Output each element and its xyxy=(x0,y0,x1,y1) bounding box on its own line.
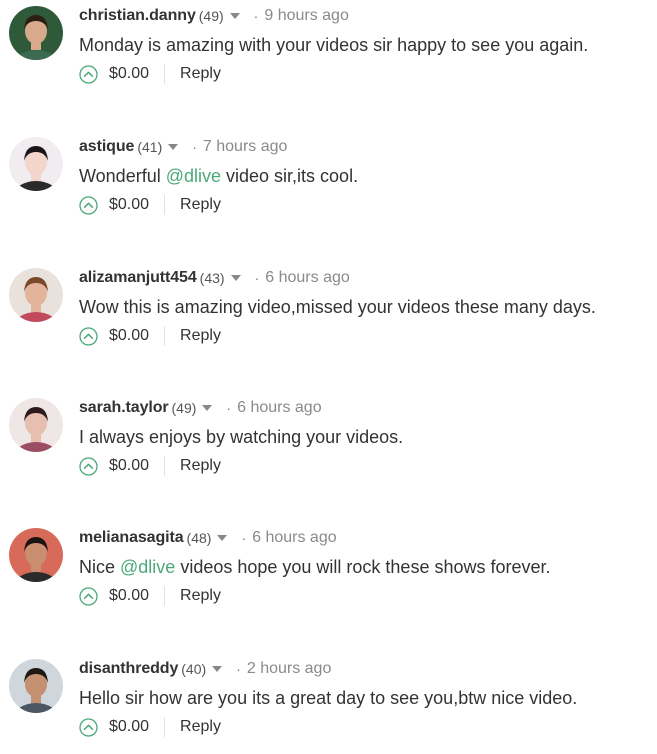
upvote-chevron-circle-icon[interactable] xyxy=(79,326,98,346)
separator-dot: · xyxy=(226,400,232,416)
reply-button[interactable]: Reply xyxy=(180,457,221,475)
comment-header: astique (41) · 7 hours ago xyxy=(79,136,287,158)
comment-item: alizamanjutt454 (43) · 6 hours ago Wow this … xyxy=(0,262,657,362)
avatar[interactable] xyxy=(9,6,63,60)
comment-item: astique (41) · 7 hours ago Wonderful @dlive … xyxy=(0,131,657,231)
payout-amount: $0.00 xyxy=(109,64,166,84)
timestamp[interactable]: 9 hours ago xyxy=(264,7,349,25)
author-name[interactable]: alizamanjutt454 xyxy=(79,269,197,287)
reply-button[interactable]: Reply xyxy=(180,327,221,345)
comment-header: alizamanjutt454 (43) · 6 hours ago xyxy=(79,267,350,289)
comment-item: sarah.taylor (49) · 6 hours ago I always enj… xyxy=(0,392,657,492)
comment-text-segment: video sir,its cool. xyxy=(221,166,359,186)
comment-text-segment: Wow this is amazing video,missed your vi… xyxy=(79,297,596,317)
comment-body: Wonderful @dlive video sir,its cool. xyxy=(79,165,358,187)
comment-item: christian.danny (49) · 9 hours ago Monday is… xyxy=(0,0,657,100)
avatar[interactable] xyxy=(9,398,63,452)
caret-down-icon[interactable] xyxy=(230,275,241,281)
comment-item: melianasagita (48) · 6 hours ago Nice @dlive… xyxy=(0,522,657,622)
reply-button[interactable]: Reply xyxy=(180,718,221,736)
reputation-score: (41) xyxy=(137,139,163,155)
comment-body: Monday is amazing with your videos sir h… xyxy=(79,34,588,56)
reputation-score: (49) xyxy=(198,8,224,24)
comment-text-segment: Nice xyxy=(79,557,121,577)
payout-amount: $0.00 xyxy=(109,586,166,606)
caret-down-icon[interactable] xyxy=(202,405,213,411)
avatar[interactable] xyxy=(9,268,63,322)
payout-amount: $0.00 xyxy=(109,326,166,346)
reputation-score: (48) xyxy=(186,530,212,546)
avatar[interactable] xyxy=(9,137,63,191)
comment-text-segment: videos hope you will rock these shows fo… xyxy=(175,557,551,577)
comment-header: sarah.taylor (49) · 6 hours ago xyxy=(79,397,322,419)
comment-header: disanthreddy (40) · 2 hours ago xyxy=(79,658,331,680)
reputation-score: (43) xyxy=(199,270,225,286)
comment-footer: $0.00 Reply xyxy=(79,62,221,86)
reply-button[interactable]: Reply xyxy=(180,65,221,83)
comment-footer: $0.00 Reply xyxy=(79,324,221,348)
payout-amount: $0.00 xyxy=(109,717,166,737)
separator-dot: · xyxy=(236,661,241,677)
avatar[interactable] xyxy=(9,528,63,582)
comment-item: disanthreddy (40) · 2 hours ago Hello sir ho… xyxy=(0,653,657,753)
payout-amount: $0.00 xyxy=(109,195,166,215)
comment-header: christian.danny (49) · 9 hours ago xyxy=(79,5,349,27)
upvote-chevron-circle-icon[interactable] xyxy=(79,586,98,606)
caret-down-icon[interactable] xyxy=(229,13,240,19)
author-name[interactable]: sarah.taylor xyxy=(79,399,169,417)
reputation-score: (49) xyxy=(171,400,197,416)
timestamp[interactable]: 6 hours ago xyxy=(252,529,337,547)
caret-down-icon[interactable] xyxy=(217,535,228,541)
comment-body: Nice @dlive videos hope you will rock th… xyxy=(79,556,551,578)
separator-dot: · xyxy=(241,530,247,546)
comment-body: Wow this is amazing video,missed your vi… xyxy=(79,296,596,318)
comment-text-segment: Monday is amazing with your videos sir h… xyxy=(79,35,589,55)
upvote-chevron-circle-icon[interactable] xyxy=(79,717,98,737)
comment-footer: $0.00 Reply xyxy=(79,715,221,739)
author-name[interactable]: christian.danny xyxy=(79,7,196,25)
upvote-chevron-circle-icon[interactable] xyxy=(79,195,98,215)
reputation-score: (40) xyxy=(181,661,207,677)
comment-body: I always enjoys by watching your videos. xyxy=(79,426,403,448)
comment-body: Hello sir how are you its a great day to… xyxy=(79,687,577,709)
mention-link[interactable]: @dlive xyxy=(166,166,221,186)
mention-link[interactable]: @dlive xyxy=(120,557,175,577)
comment-text-segment: Wonderful xyxy=(79,166,166,186)
timestamp[interactable]: 6 hours ago xyxy=(265,269,350,287)
comment-footer: $0.00 Reply xyxy=(79,584,221,608)
author-name[interactable]: melianasagita xyxy=(79,529,184,547)
timestamp[interactable]: 2 hours ago xyxy=(247,660,332,678)
timestamp[interactable]: 6 hours ago xyxy=(237,399,322,417)
reply-button[interactable]: Reply xyxy=(180,196,221,214)
upvote-chevron-circle-icon[interactable] xyxy=(79,64,98,84)
comment-footer: $0.00 Reply xyxy=(79,454,221,478)
upvote-chevron-circle-icon[interactable] xyxy=(79,456,98,476)
separator-dot: · xyxy=(253,8,259,24)
author-name[interactable]: disanthreddy xyxy=(79,660,178,678)
avatar[interactable] xyxy=(9,659,63,713)
caret-down-icon[interactable] xyxy=(212,666,223,672)
separator-dot: · xyxy=(254,270,260,286)
comment-header: melianasagita (48) · 6 hours ago xyxy=(79,527,337,549)
caret-down-icon[interactable] xyxy=(168,144,179,150)
comment-text-segment: Hello sir how are you its a great day to… xyxy=(79,688,578,708)
reply-button[interactable]: Reply xyxy=(180,587,221,605)
author-name[interactable]: astique xyxy=(79,138,134,156)
timestamp[interactable]: 7 hours ago xyxy=(203,138,288,156)
comment-footer: $0.00 Reply xyxy=(79,193,221,217)
separator-dot: · xyxy=(192,139,197,155)
payout-amount: $0.00 xyxy=(109,456,166,476)
comment-text-segment: I always enjoys by watching your videos. xyxy=(79,427,404,447)
